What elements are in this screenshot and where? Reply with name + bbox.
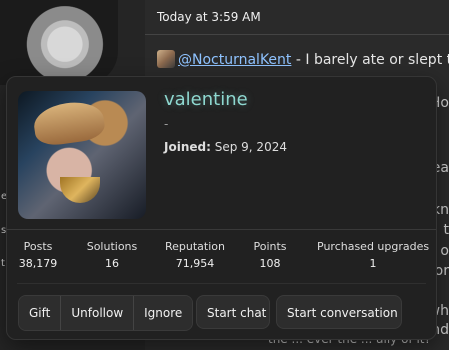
profile-avatar[interactable] bbox=[18, 91, 146, 219]
profile-username[interactable]: valentine bbox=[164, 91, 248, 109]
joined-label: Joined: bbox=[164, 140, 211, 154]
forum-thread-view: e s t Today at 3:59 AM @NocturnalKent - … bbox=[0, 0, 449, 350]
unfollow-button[interactable]: Unfollow bbox=[60, 296, 134, 330]
posts-label: Posts bbox=[23, 240, 53, 253]
solutions-value: 16 bbox=[105, 257, 119, 270]
ignore-button[interactable]: Ignore bbox=[133, 296, 193, 330]
start-conversation-button[interactable]: Start conversation bbox=[276, 295, 402, 329]
purchased-upgrades-stat[interactable]: Purchased upgrades 1 bbox=[317, 240, 429, 271]
message-preview-row: @NocturnalKent - I barely ate or slept t… bbox=[157, 50, 449, 72]
mention-avatar[interactable] bbox=[157, 50, 175, 68]
reputation-stat[interactable]: Reputation 71,954 bbox=[161, 240, 229, 271]
user-profile-popover: valentine - Joined: Sep 9, 2024 Posts 38… bbox=[6, 76, 437, 340]
points-stat[interactable]: Points 108 bbox=[250, 240, 290, 271]
mention-link[interactable]: @NocturnalKent bbox=[178, 52, 291, 68]
profile-title: - bbox=[164, 117, 169, 131]
actions-divider bbox=[17, 283, 426, 284]
relationship-button-group: Gift Unfollow Ignore bbox=[18, 295, 194, 331]
gift-button[interactable]: Gift bbox=[19, 296, 61, 330]
background-text-fragment: o bbox=[440, 243, 449, 259]
purchased-upgrades-label: Purchased upgrades bbox=[317, 240, 430, 253]
reputation-value: 71,954 bbox=[175, 257, 215, 270]
joined-date-row: Joined: Sep 9, 2024 bbox=[164, 140, 287, 154]
points-value: 108 bbox=[259, 257, 281, 270]
reputation-label: Reputation bbox=[165, 240, 225, 253]
joined-date: Sep 9, 2024 bbox=[214, 140, 287, 154]
post-divider bbox=[145, 34, 449, 35]
profile-stats: Posts 38,179 Solutions 16 Reputation 71,… bbox=[7, 240, 436, 274]
profile-divider bbox=[7, 229, 436, 230]
points-label: Points bbox=[253, 240, 287, 253]
background-avatar[interactable] bbox=[0, 0, 118, 85]
posts-value: 38,179 bbox=[18, 257, 58, 270]
message-preview-text: - I barely ate or slept thi bbox=[291, 52, 449, 68]
solutions-stat[interactable]: Solutions 16 bbox=[85, 240, 139, 271]
background-text-fragment: t bbox=[443, 222, 449, 238]
solutions-label: Solutions bbox=[86, 240, 138, 253]
purchased-upgrades-value: 1 bbox=[369, 257, 377, 270]
background-left-fragment: t bbox=[1, 258, 5, 269]
start-chat-button[interactable]: Start chat bbox=[196, 295, 270, 329]
posts-stat[interactable]: Posts 38,179 bbox=[17, 240, 59, 271]
post-timestamp: Today at 3:59 AM bbox=[157, 10, 261, 24]
